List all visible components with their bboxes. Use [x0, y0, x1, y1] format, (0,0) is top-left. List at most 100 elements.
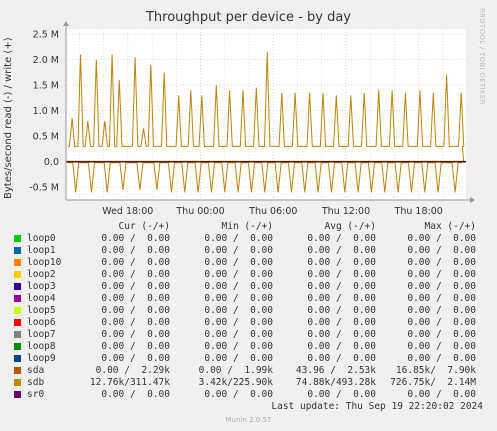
legend-min: 0.00 / 0.00 [204, 293, 273, 304]
legend-row: loop9 0.00 / 0.00 0.00 / 0.00 0.00 / 0.00 0.… [0, 353, 497, 365]
legend-min: 0.00 / 0.00 [204, 281, 273, 292]
chart-plot: 2.5 M 2.0 M 1.5 M 1.0 M 0.5 M 0.0 -0.5 M Wed 18… [29, 21, 475, 217]
legend-row: loop1 0.00 / 0.00 0.00 / 0.00 0.00 / 0.00 0.… [0, 245, 497, 257]
legend-label: loop2 [27, 269, 56, 280]
legend-cur: 0.00 / 0.00 [101, 245, 170, 256]
legend-row: loop10 0.00 / 0.00 0.00 / 0.00 0.00 / 0.00 0… [0, 257, 497, 269]
legend-swatch [14, 247, 21, 254]
legend-max: 0.00 / 0.00 [407, 245, 476, 256]
legend-cur: 0.00 / 0.00 [101, 341, 170, 352]
legend-row: loop5 0.00 / 0.00 0.00 / 0.00 0.00 / 0.00 0.… [0, 305, 497, 317]
header-min: Min (-/+) [221, 221, 273, 232]
legend-avg: 0.00 / 0.00 [307, 389, 376, 400]
legend-label: loop5 [27, 305, 56, 316]
legend-min: 0.00 / 0.00 [204, 233, 273, 244]
legend-label: loop9 [27, 353, 56, 364]
legend-min: 0.00 / 0.00 [204, 353, 273, 364]
legend-max: 0.00 / 0.00 [407, 353, 476, 364]
legend-swatch [14, 379, 21, 386]
legend-avg: 0.00 / 0.00 [307, 329, 376, 340]
x-tick-label: Wed 18:00 [102, 206, 153, 217]
legend-min: 0.00 / 0.00 [204, 305, 273, 316]
legend-avg: 0.00 / 0.00 [307, 293, 376, 304]
x-tick-label: Thu 18:00 [394, 206, 443, 217]
legend-cur: 0.00 / 0.00 [101, 269, 170, 280]
legend-cur: 0.00 / 0.00 [101, 281, 170, 292]
legend-avg: 0.00 / 0.00 [307, 305, 376, 316]
legend-avg: 0.00 / 0.00 [307, 245, 376, 256]
legend-label: loop0 [27, 233, 56, 244]
legend-swatch [14, 307, 21, 314]
y-tick-label: 0.5 M [33, 132, 59, 143]
legend-min: 0.00 / 1.99k [198, 365, 273, 376]
legend-row: loop2 0.00 / 0.00 0.00 / 0.00 0.00 / 0.00 0.… [0, 269, 497, 281]
legend-max: 0.00 / 0.00 [407, 305, 476, 316]
x-axis-arrow [470, 197, 475, 203]
legend-row: loop0 0.00 / 0.00 0.00 / 0.00 0.00 / 0.00 0.… [0, 233, 497, 245]
legend-cur: 0.00 / 0.00 [101, 233, 170, 244]
legend-row: loop7 0.00 / 0.00 0.00 / 0.00 0.00 / 0.00 0.… [0, 329, 497, 341]
legend-max: 0.00 / 0.00 [407, 269, 476, 280]
legend-min: 0.00 / 0.00 [204, 245, 273, 256]
legend-row: loop8 0.00 / 0.00 0.00 / 0.00 0.00 / 0.00 0.… [0, 341, 497, 353]
legend-min: 3.42k/225.90k [198, 377, 273, 388]
legend-avg: 0.00 / 0.00 [307, 317, 376, 328]
legend-row: loop3 0.00 / 0.00 0.00 / 0.00 0.00 / 0.00 0.… [0, 281, 497, 293]
last-update: Last update: Thu Sep 19 22:20:02 2024 [271, 401, 483, 412]
x-tick-label: Thu 12:00 [321, 206, 370, 217]
x-tick-label: Thu 00:00 [175, 206, 224, 217]
legend-table: Cur (-/+) Min (-/+) Avg (-/+) Max (-/+) … [0, 221, 497, 401]
legend-max: 0.00 / 0.00 [407, 341, 476, 352]
y-axis-arrow [63, 21, 69, 26]
legend-label: loop7 [27, 329, 56, 340]
x-tick-label: Thu 06:00 [248, 206, 297, 217]
header-max: Max (-/+) [424, 221, 476, 232]
legend-row: loop6 0.00 / 0.00 0.00 / 0.00 0.00 / 0.00 0.… [0, 317, 497, 329]
legend-max: 0.00 / 0.00 [407, 281, 476, 292]
legend-avg: 43.96 / 2.53k [295, 365, 376, 376]
header-cur: Cur (-/+) [118, 221, 170, 232]
legend-label: sda [27, 365, 45, 376]
legend-swatch [14, 295, 21, 302]
legend-cur: 12.76k/311.47k [89, 377, 170, 388]
legend-label: loop3 [27, 281, 56, 292]
y-tick-label: 2.5 M [33, 30, 59, 41]
y-tick-label: 1.0 M [33, 106, 59, 117]
legend-label: sdb [27, 377, 45, 388]
legend-max: 0.00 / 0.00 [407, 329, 476, 340]
legend-label: loop1 [27, 245, 56, 256]
legend-row: sdb 12.76k/311.47k 3.42k/225.90k 74.88k/493… [0, 377, 497, 389]
legend-min: 0.00 / 0.00 [204, 341, 273, 352]
legend-avg: 0.00 / 0.00 [307, 269, 376, 280]
legend-swatch [14, 283, 21, 290]
legend-label: sr0 [27, 389, 45, 400]
munin-version: Munin 2.0.57 [225, 416, 272, 424]
legend-swatch [14, 235, 21, 242]
legend-swatch [14, 259, 21, 266]
legend-cur: 0.00 / 2.29k [95, 365, 170, 376]
legend-min: 0.00 / 0.00 [204, 317, 273, 328]
legend-swatch [14, 343, 21, 350]
legend-max: 0.00 / 0.00 [407, 389, 476, 400]
legend-cur: 0.00 / 0.00 [101, 317, 170, 328]
legend-label: loop6 [27, 317, 56, 328]
legend-cur: 0.00 / 0.00 [101, 389, 170, 400]
legend-label: loop10 [27, 257, 62, 268]
legend-row: sda 0.00 / 2.29k 0.00 / 1.99k 43.96 / 2.53k… [0, 365, 497, 377]
legend-swatch [14, 319, 21, 326]
y-tick-label: -0.5 M [29, 183, 59, 194]
legend-avg: 0.00 / 0.00 [307, 341, 376, 352]
legend-rows: loop0 0.00 / 0.00 0.00 / 0.00 0.00 / 0.00 0.… [0, 233, 497, 401]
y-tick-label: 1.5 M [33, 81, 59, 92]
legend-max: 16.85k/ 7.90k [395, 365, 476, 376]
legend-cur: 0.00 / 0.00 [101, 305, 170, 316]
legend-swatch [14, 391, 21, 398]
legend-min: 0.00 / 0.00 [204, 389, 273, 400]
legend-avg: 0.00 / 0.00 [307, 257, 376, 268]
legend-row: loop4 0.00 / 0.00 0.00 / 0.00 0.00 / 0.00 0.… [0, 293, 497, 305]
legend-label: loop4 [27, 293, 56, 304]
legend-header: Cur (-/+) Min (-/+) Avg (-/+) Max (-/+) [0, 221, 497, 233]
legend-max: 0.00 / 0.00 [407, 317, 476, 328]
legend-cur: 0.00 / 0.00 [101, 353, 170, 364]
legend-max: 0.00 / 0.00 [407, 257, 476, 268]
